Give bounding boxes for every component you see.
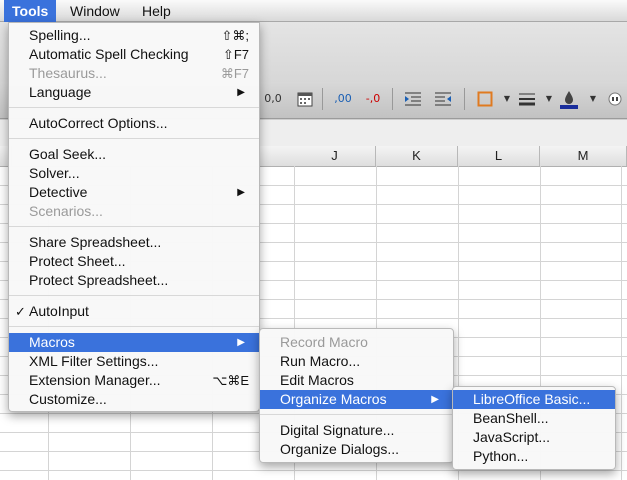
macros-submenu: Record Macro Run Macro... Edit Macros Or… (259, 328, 454, 463)
tools-menu: Spelling... ⇧⌘; Automatic Spell Checking ⇧… (8, 22, 260, 412)
indent-icon[interactable] (402, 88, 424, 110)
menu-item-label: AutoCorrect Options... (29, 115, 168, 131)
shortcut-label: ⇧⌘; (221, 28, 249, 43)
menu-item-label: Thesaurus... (29, 65, 107, 81)
menu-item-javascript[interactable]: JavaScript... (453, 428, 615, 447)
menu-item-label: Language (29, 84, 92, 100)
grid-line (0, 470, 627, 471)
menu-item-beanshell[interactable]: BeanShell... (453, 409, 615, 428)
menu-item-label: Extension Manager... (29, 372, 161, 388)
column-header-j[interactable]: J (294, 146, 376, 166)
menu-help[interactable]: Help (134, 0, 179, 22)
add-decimal-icon[interactable]: ,00 (332, 88, 354, 110)
menu-item-goal-seek[interactable]: Goal Seek... (9, 145, 259, 164)
delete-decimal-icon[interactable]: -,0 (362, 88, 384, 110)
thousands-icon[interactable] (604, 88, 626, 110)
menu-item-label: Edit Macros (280, 372, 354, 388)
menu-separator (9, 138, 259, 139)
column-header-m[interactable]: M (540, 146, 627, 166)
toolbar-separator (322, 88, 323, 110)
menu-separator (9, 107, 259, 108)
shortcut-label: ⌥⌘E (212, 373, 249, 388)
menu-item-thesaurus: Thesaurus... ⌘F7 (9, 64, 259, 83)
menu-item-label: Scenarios... (29, 203, 103, 219)
submenu-arrow-icon: ▶ (237, 87, 245, 98)
outdent-icon[interactable] (432, 88, 454, 110)
menu-item-label: Run Macro... (280, 353, 361, 369)
menu-item-label: Python... (473, 448, 529, 464)
menu-item-protect-spreadsheet[interactable]: Protect Spreadsheet... (9, 271, 259, 290)
menu-tools[interactable]: Tools (4, 0, 57, 22)
menu-item-label: Protect Sheet... (29, 253, 126, 269)
menu-item-solver[interactable]: Solver... (9, 164, 259, 183)
menu-item-label: Customize... (29, 391, 107, 407)
color-icon[interactable] (558, 88, 580, 110)
shortcut-label: ⌘F7 (220, 66, 249, 81)
submenu-arrow-icon: ▶ (431, 394, 439, 405)
toolbar-separator (464, 88, 465, 110)
menu-item-share-spreadsheet[interactable]: Share Spreadsheet... (9, 233, 259, 252)
submenu-arrow-icon: ▶ (237, 187, 245, 198)
chevron-down-icon[interactable]: ▼ (496, 88, 518, 110)
menu-item-macros[interactable]: Macros ▶ (9, 333, 259, 352)
menu-item-libreoffice-basic[interactable]: LibreOffice Basic... (453, 390, 615, 409)
menu-item-spelling[interactable]: Spelling... ⇧⌘; (9, 26, 259, 45)
column-header-l[interactable]: L (458, 146, 540, 166)
toolbar-separator (392, 88, 393, 110)
menu-item-organize-macros[interactable]: Organize Macros ▶ (260, 390, 453, 409)
menu-item-label: Organize Dialogs... (280, 441, 400, 457)
chevron-down-icon[interactable]: ▼ (582, 88, 604, 110)
organize-macros-submenu: LibreOffice Basic... BeanShell... JavaSc… (452, 386, 616, 470)
menu-item-organize-dialogs[interactable]: Organize Dialogs... (260, 440, 453, 459)
menu-item-label: Protect Spreadsheet... (29, 272, 169, 288)
menu-separator (9, 226, 259, 227)
menu-item-label: Solver... (29, 165, 80, 181)
menu-separator (9, 295, 259, 296)
menu-separator (260, 414, 453, 415)
menu-item-digital-signature[interactable]: Digital Signature... (260, 421, 453, 440)
decimal-icon[interactable]: 0,0 (262, 88, 284, 110)
menu-item-label: Record Macro (280, 334, 368, 350)
menu-item-label: AutoInput (29, 303, 89, 319)
menu-item-label: Digital Signature... (280, 422, 395, 438)
menu-item-autocorrect-options[interactable]: AutoCorrect Options... (9, 114, 259, 133)
menu-item-detective[interactable]: Detective ▶ (9, 183, 259, 202)
menu-item-label: LibreOffice Basic... (473, 391, 591, 407)
menu-item-label: XML Filter Settings... (29, 353, 159, 369)
menu-item-label: Share Spreadsheet... (29, 234, 162, 250)
menu-item-label: Spelling... (29, 27, 91, 43)
line-style-icon[interactable] (516, 88, 538, 110)
menu-item-python[interactable]: Python... (453, 447, 615, 466)
border-icon[interactable] (474, 88, 496, 110)
checkmark-icon: ✓ (15, 304, 26, 319)
menu-item-automatic-spell-checking[interactable]: Automatic Spell Checking ⇧F7 (9, 45, 259, 64)
menu-item-record-macro: Record Macro (260, 333, 453, 352)
menu-item-extension-manager[interactable]: Extension Manager... ⌥⌘E (9, 371, 259, 390)
menu-item-label: Macros (29, 334, 75, 350)
menu-bar: Tools Window Help (0, 0, 627, 22)
calendar-icon[interactable] (294, 88, 316, 110)
shortcut-label: ⇧F7 (222, 47, 249, 62)
menu-item-customize[interactable]: Customize... (9, 390, 259, 409)
chevron-down-icon[interactable]: ▼ (538, 88, 560, 110)
menu-separator (9, 326, 259, 327)
menu-item-label: Detective (29, 184, 88, 200)
menu-item-scenarios: Scenarios... (9, 202, 259, 221)
menu-item-label: Goal Seek... (29, 146, 107, 162)
menu-item-autoinput[interactable]: ✓ AutoInput (9, 302, 259, 321)
menu-item-edit-macros[interactable]: Edit Macros (260, 371, 453, 390)
menu-item-label: Organize Macros (280, 391, 387, 407)
column-header-k[interactable]: K (376, 146, 458, 166)
menu-window[interactable]: Window (62, 0, 128, 22)
menu-item-protect-sheet[interactable]: Protect Sheet... (9, 252, 259, 271)
menu-item-label: JavaScript... (473, 429, 551, 445)
menu-item-label: Automatic Spell Checking (29, 46, 189, 62)
menu-item-xml-filter-settings[interactable]: XML Filter Settings... (9, 352, 259, 371)
submenu-arrow-icon: ▶ (237, 337, 245, 348)
menu-item-run-macro[interactable]: Run Macro... (260, 352, 453, 371)
menu-item-language[interactable]: Language ▶ (9, 83, 259, 102)
menu-item-label: BeanShell... (473, 410, 549, 426)
